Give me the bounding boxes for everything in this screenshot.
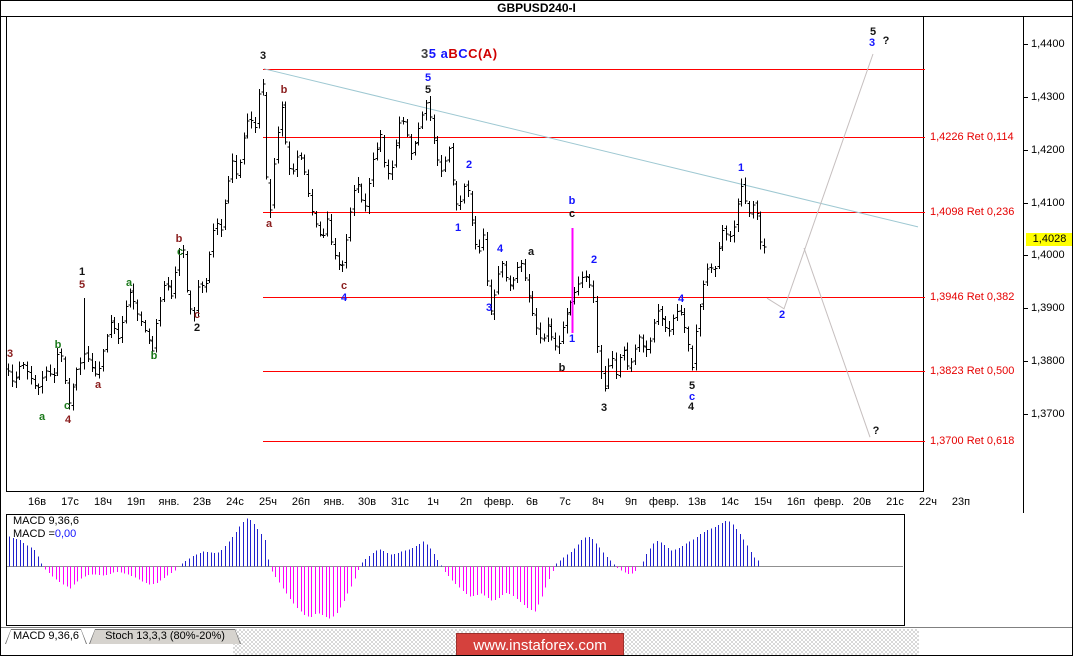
- macd-value: 0,00: [54, 528, 77, 540]
- indicator-tab-bar: MACD 9,36,6 Stoch 13,3,3 (80%-20%) www.i…: [1, 627, 1072, 655]
- chart-window: GBPUSD240-I 1,4400 1,4300 1,4200 1,4100 1,40…: [0, 0, 1073, 656]
- instaforex-banner[interactable]: www.instaforex.com: [456, 633, 624, 655]
- tab-macd-label: MACD 9,36,6: [6, 630, 86, 644]
- macd-indicator-label: MACD 9,36,6: [13, 515, 80, 527]
- tab-stochastic[interactable]: Stoch 13,3,3 (80%-20%): [89, 629, 241, 644]
- macd-value-line: MACD =0,00: [13, 528, 76, 541]
- current-price-tag: 1,4028: [1026, 233, 1072, 246]
- macd-value-prefix: MACD =: [13, 528, 55, 540]
- tab-stochastic-label: Stoch 13,3,3 (80%-20%): [90, 630, 240, 644]
- tab-macd[interactable]: MACD 9,36,6: [5, 629, 87, 644]
- price-chart-canvas[interactable]: [1, 1, 1073, 656]
